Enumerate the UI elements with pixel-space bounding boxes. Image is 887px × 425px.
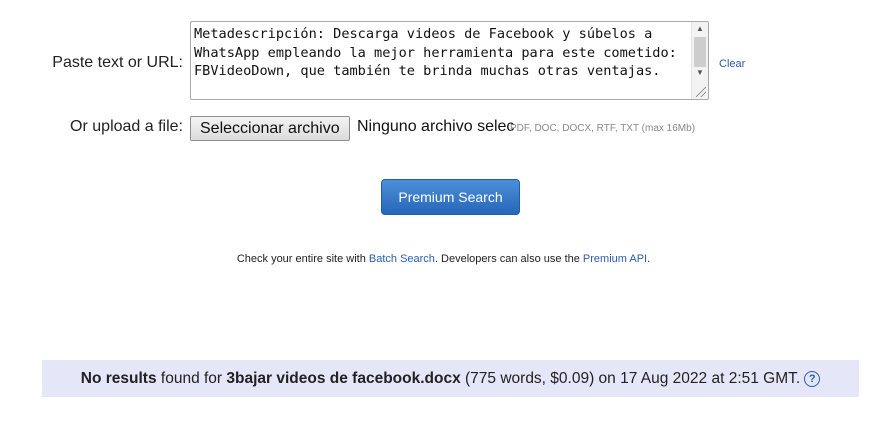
help-icon[interactable]: ? (804, 370, 821, 387)
results-status: No results (80, 370, 157, 387)
file-upload-label: Or upload a file: (70, 118, 183, 135)
batch-search-info: Check your entire site with Batch Search… (0, 253, 887, 265)
file-types-hint: PDF, DOC, DOCX, RTF, TXT (max 16Mb) (510, 123, 696, 134)
premium-search-button[interactable]: Premium Search (381, 179, 520, 215)
scrollbar-thumb[interactable] (694, 37, 706, 67)
scroll-up-arrow-icon[interactable]: ▲ (696, 24, 704, 33)
batch-search-link[interactable]: Batch Search (369, 253, 435, 265)
file-status-text: Ninguno archivo selec (357, 118, 515, 135)
info-middle: . Developers can also use the (434, 253, 583, 265)
scroll-down-arrow-icon[interactable]: ▼ (696, 68, 704, 77)
choose-file-button[interactable]: Seleccionar archivo (190, 116, 350, 141)
results-text-1: found for (156, 370, 227, 387)
text-url-textarea[interactable]: Metadescripción: Descarga videos de Face… (190, 21, 709, 100)
resize-grip-icon[interactable] (696, 87, 706, 97)
info-prefix: Check your entire site with (236, 253, 369, 265)
results-text-2: (775 words, $0.09) on 17 Aug 2022 at 2:5… (460, 370, 801, 387)
results-filename: 3bajar videos de facebook.docx (226, 370, 461, 387)
results-summary-bar: No results found for 3bajar videos de fa… (42, 360, 859, 397)
textarea-content[interactable]: Metadescripción: Descarga videos de Face… (194, 25, 689, 81)
url-label: Paste text or URL: (52, 54, 183, 71)
premium-api-link[interactable]: Premium API (583, 253, 647, 265)
clear-link[interactable]: Clear (719, 58, 745, 70)
info-suffix: . (647, 253, 651, 265)
